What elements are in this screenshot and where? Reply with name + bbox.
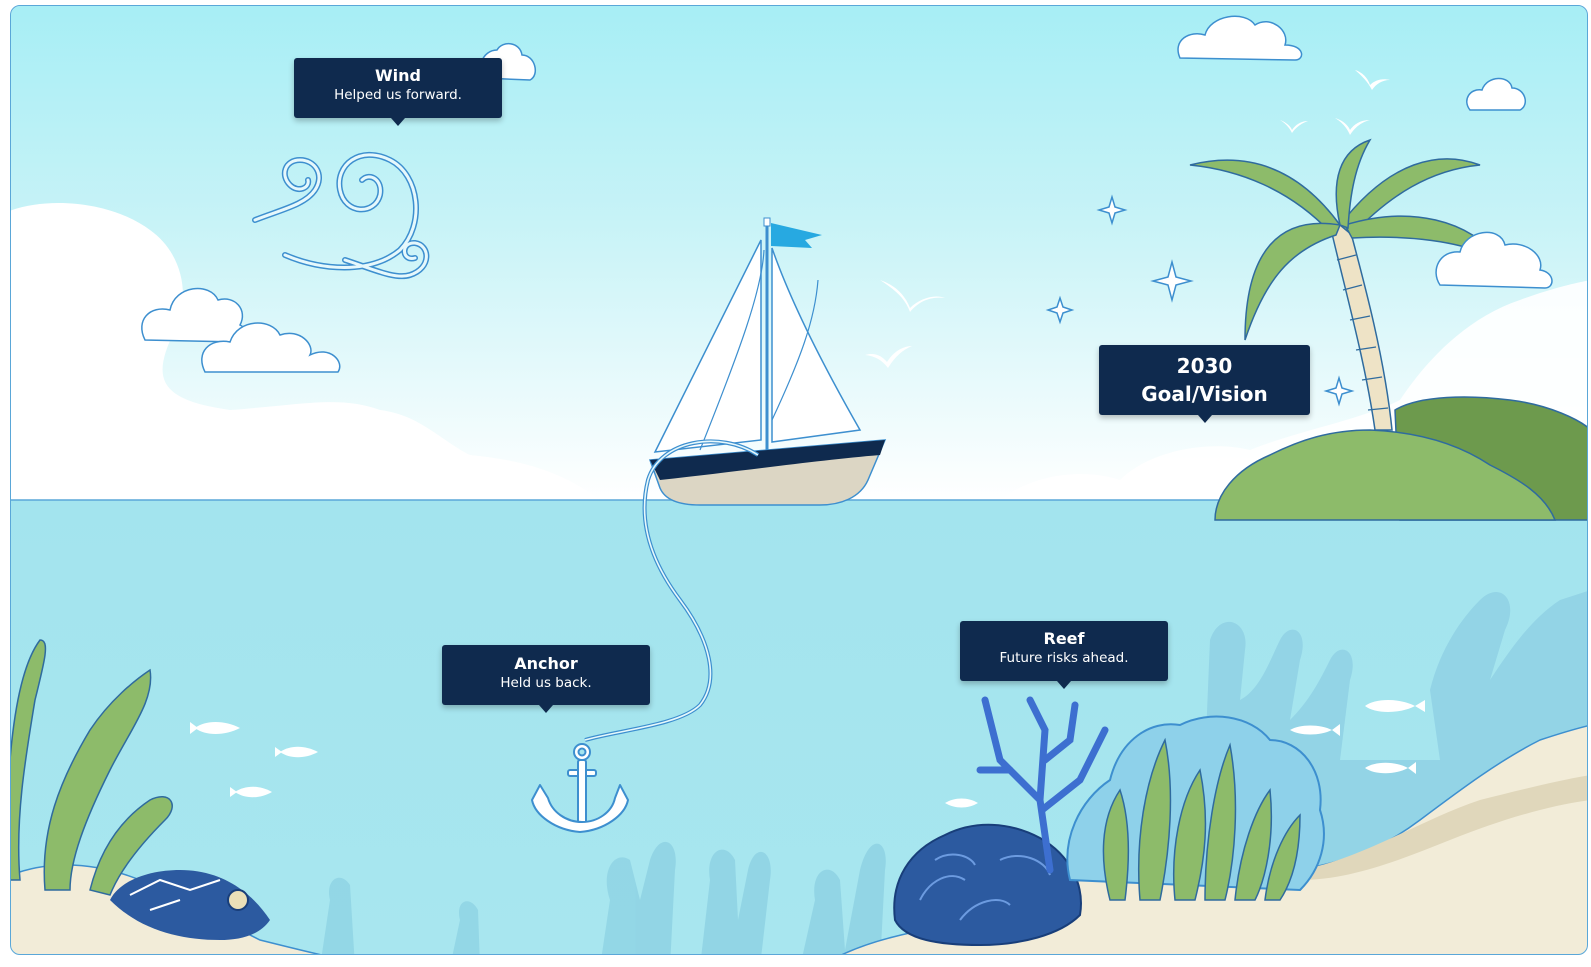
anchor-title: Anchor xyxy=(514,654,578,673)
reef-subtitle: Future risks ahead. xyxy=(999,650,1129,666)
goal-callout: 2030 Goal/Vision xyxy=(1099,345,1310,423)
goal-title: Goal/Vision xyxy=(1141,382,1268,406)
reef-callout: Reef Future risks ahead. xyxy=(960,621,1168,689)
ocean-scene xyxy=(11,6,1587,954)
goal-year: 2030 xyxy=(1176,354,1233,378)
wind-subtitle: Helped us forward. xyxy=(334,87,462,103)
reef-title: Reef xyxy=(1043,629,1085,648)
anchor-callout: Anchor Held us back. xyxy=(442,645,650,713)
wind-callout: Wind Helped us forward. xyxy=(294,58,502,126)
sea-urchin xyxy=(227,889,249,911)
anchor-subtitle: Held us back. xyxy=(500,675,592,691)
wind-title: Wind xyxy=(375,66,421,85)
